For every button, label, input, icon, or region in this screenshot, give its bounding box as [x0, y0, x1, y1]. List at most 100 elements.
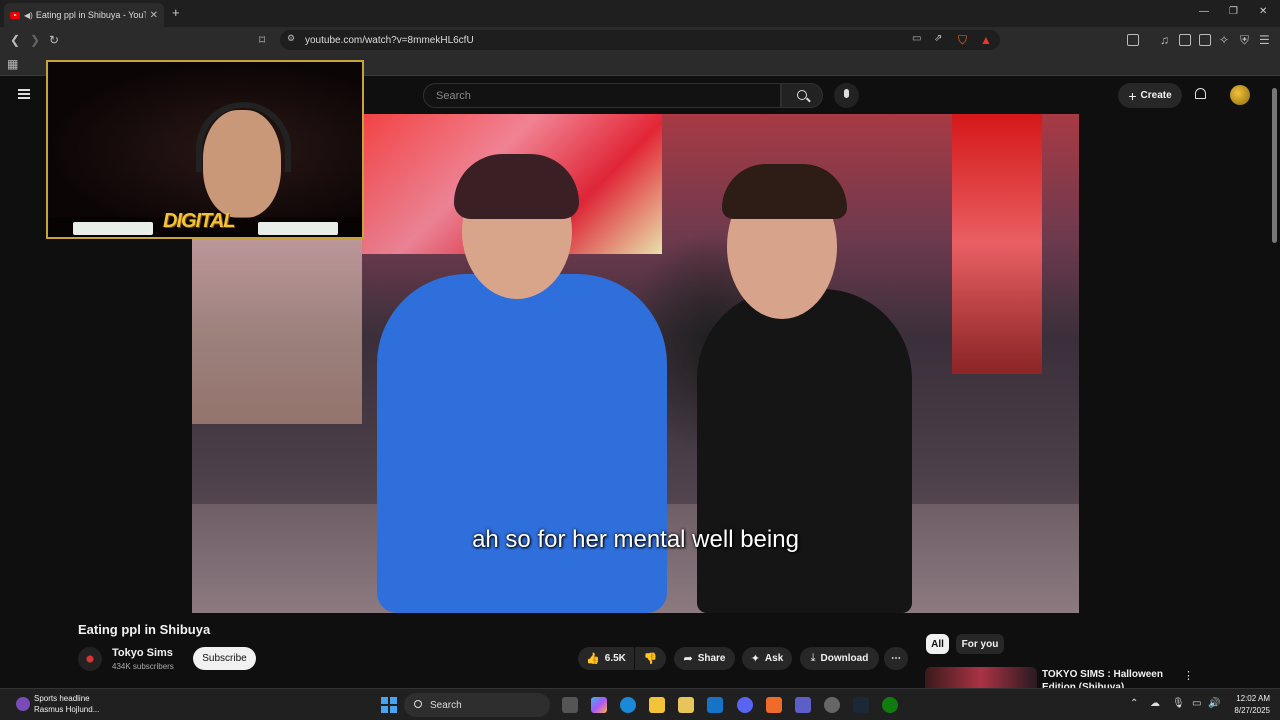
outlook-icon[interactable] [707, 697, 723, 713]
edge-icon[interactable] [620, 697, 636, 713]
youtube-favicon-icon [10, 11, 20, 19]
address-toolbar: ❮ ❯ ↻ ⌑ youtube.com/watch?v=8mmekHL6cfU … [0, 27, 1280, 53]
tab-title: Eating ppl in Shibuya - YouTube [35, 10, 146, 20]
more-horizontal-icon: ⋯ [891, 653, 901, 664]
discord-icon[interactable] [737, 697, 753, 713]
subscribe-button[interactable]: Subscribe [193, 647, 256, 670]
copilot-icon[interactable] [591, 697, 607, 713]
browser-tab-bar: ◀) Eating ppl in Shibuya - YouTube ✕ + —… [0, 0, 1280, 27]
speaker-icon[interactable]: ◀) [24, 11, 33, 20]
search-icon [797, 90, 807, 100]
brave-icon[interactable] [766, 697, 782, 713]
teams-icon[interactable] [795, 697, 811, 713]
cast-icon[interactable]: ▭ [912, 33, 921, 44]
voice-search-button[interactable] [834, 83, 859, 108]
webcam-overlay: DIGITAL [46, 60, 364, 239]
taskbar-search[interactable]: Search [404, 693, 550, 717]
video-frame-person-black-shirt [697, 289, 912, 613]
guide-menu-icon[interactable] [18, 89, 30, 99]
channel-avatar[interactable] [78, 647, 102, 671]
page-scrollbar[interactable] [1272, 88, 1277, 243]
back-button[interactable]: ❮ [10, 33, 20, 47]
recommendation-thumbnail[interactable] [925, 667, 1037, 689]
windows-start-icon[interactable] [381, 697, 397, 713]
steam-icon[interactable] [853, 697, 869, 713]
thumbs-up-icon: 👍 [586, 653, 600, 665]
share-label: Share [697, 653, 726, 664]
webcam-label-left [73, 222, 153, 235]
volume-icon[interactable]: 🔊 [1208, 698, 1220, 709]
ask-label: Ask [764, 653, 784, 664]
like-count: 6.5K [604, 653, 626, 664]
headphones-icon [196, 102, 291, 172]
vpn-icon[interactable]: ⛨ [1240, 33, 1249, 48]
video-frame-neon-sign [952, 114, 1042, 374]
taskbar-search-label: Search [430, 699, 462, 711]
close-tab-icon[interactable]: ✕ [150, 10, 158, 21]
menu-icon[interactable]: ☰ [1259, 33, 1270, 47]
share-page-icon[interactable]: ⇗ [934, 33, 942, 44]
search-button[interactable] [781, 83, 823, 108]
download-button[interactable]: ⤓ Download [800, 647, 879, 670]
download-label: Download [820, 653, 869, 664]
thumbs-down-icon: 👎 [643, 653, 658, 665]
system-clock[interactable]: 12:02 AM 8/27/2025 [1222, 693, 1270, 717]
media-icon[interactable]: ♫ [1160, 33, 1169, 47]
create-button[interactable]: + Create [1118, 83, 1182, 108]
file-explorer-icon[interactable] [649, 697, 665, 713]
video-frame-hair-right [722, 164, 847, 219]
onedrive-icon[interactable]: ☁ [1150, 698, 1160, 709]
video-title: Eating ppl in Shibuya [78, 622, 211, 637]
account-avatar[interactable] [1230, 85, 1250, 105]
ask-button[interactable]: ✦ Ask [742, 647, 792, 670]
new-tab-button[interactable]: + [172, 5, 180, 20]
news-widget-icon[interactable] [16, 697, 30, 711]
minimize-button[interactable]: — [1199, 6, 1209, 17]
search-input[interactable]: Search [423, 83, 781, 108]
bookmark-icon[interactable]: ⌑ [259, 33, 265, 47]
xbox-icon[interactable] [882, 697, 898, 713]
recommendation-title[interactable]: TOKYO SIMS : Halloween Edition (Shibuya) [1042, 668, 1172, 688]
more-vertical-icon[interactable]: ⋮ [1183, 669, 1194, 682]
video-caption: ah so for her mental well being [472, 526, 799, 553]
news-headline[interactable]: Sports headline [34, 694, 90, 703]
wallet-icon[interactable] [1199, 34, 1211, 46]
reader-icon[interactable] [1179, 34, 1191, 46]
tray-overflow-icon[interactable]: ⌃ [1130, 698, 1138, 709]
clock-time: 12:02 AM [1236, 694, 1270, 703]
brave-shield-icon[interactable]: ⛉ [958, 33, 967, 48]
forward-button[interactable]: ❯ [30, 33, 40, 47]
video-frame-person-blue-shirt [377, 274, 667, 613]
chip-for-you[interactable]: For you [956, 634, 1004, 654]
reload-button[interactable]: ↻ [49, 33, 59, 47]
chip-all[interactable]: All [926, 634, 949, 654]
share-icon: ➦ [683, 653, 693, 665]
sidebar-toggle-icon[interactable] [1127, 34, 1139, 46]
channel-name[interactable]: Tokyo Sims [112, 647, 173, 659]
maximize-button[interactable]: ❐ [1229, 6, 1238, 17]
notifications-bell-icon[interactable] [1195, 88, 1206, 99]
apps-grid-icon[interactable]: ▦ [7, 57, 18, 71]
more-actions-button[interactable]: ⋯ [884, 647, 908, 670]
taskbar-search-icon [414, 700, 422, 708]
network-icon[interactable]: ▭ [1192, 698, 1201, 709]
task-view-icon[interactable] [562, 697, 578, 713]
like-button[interactable]: 👍 6.5K [578, 647, 634, 670]
store-icon[interactable] [678, 697, 694, 713]
mic-tray-icon[interactable]: 🎙 [1172, 698, 1185, 709]
close-window-button[interactable]: ✕ [1259, 6, 1267, 17]
brave-rewards-icon[interactable]: ▲ [980, 33, 992, 47]
windows-taskbar: Sports headline Rasmus Hojlund... Search… [0, 688, 1280, 720]
url-text: youtube.com/watch?v=8mmekHL6cfU [305, 34, 474, 46]
create-label: Create [1140, 90, 1172, 101]
tab-youtube[interactable]: ◀) Eating ppl in Shibuya - YouTube ✕ [4, 3, 164, 27]
video-frame-storefront [192, 224, 362, 424]
news-subheadline[interactable]: Rasmus Hojlund... [34, 705, 99, 714]
url-bar[interactable]: youtube.com/watch?v=8mmekHL6cfU [280, 30, 1000, 50]
site-settings-icon[interactable]: ⚙ [287, 33, 295, 44]
leo-ai-icon[interactable]: ✧ [1219, 33, 1229, 47]
sparkle-icon: ✦ [750, 653, 760, 665]
obs-icon[interactable] [824, 697, 840, 713]
dislike-button[interactable]: 👎 [635, 647, 666, 670]
share-button[interactable]: ➦ Share [674, 647, 735, 670]
